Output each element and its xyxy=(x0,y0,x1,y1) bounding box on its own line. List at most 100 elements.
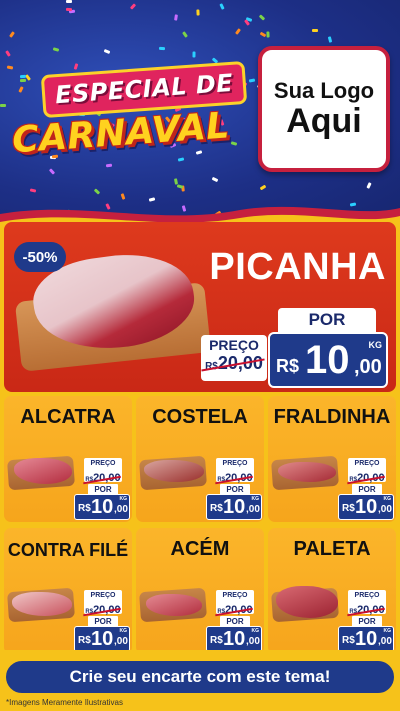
disclaimer-text: *Imagens Meramente Ilustrativas xyxy=(6,698,123,707)
confetti-piece xyxy=(234,28,242,35)
confetti-piece xyxy=(129,3,137,10)
product-card[interactable]: COSTELA PREÇOR$20,00POR R$10,00 KG xyxy=(136,396,264,522)
product-card[interactable]: ACÉM PREÇOR$20,00POR R$10,00 KG xyxy=(136,528,264,654)
old-price-box: PREÇOR$20,00 xyxy=(83,590,122,616)
old-price-box: PREÇOR$20,00 xyxy=(347,590,386,616)
old-price-label: PREÇO xyxy=(222,592,248,599)
old-price-label: PREÇO xyxy=(354,592,380,599)
price-unit: KG xyxy=(251,628,260,634)
new-price-decimal: ,00 xyxy=(114,504,128,515)
confetti-piece xyxy=(312,29,318,32)
price-unit: KG xyxy=(368,340,383,350)
old-price-value: R$20,00 xyxy=(201,353,265,374)
new-price-box: R$ 10,00 KG xyxy=(338,494,394,520)
new-price-box: R$ 10,00 KG xyxy=(206,626,262,652)
confetti-piece xyxy=(48,168,56,175)
confetti-piece xyxy=(266,31,270,38)
confetti-piece xyxy=(259,31,267,38)
confetti-piece xyxy=(158,46,166,51)
new-price-box: R$ 10,00 KG xyxy=(74,494,130,520)
confetti-piece xyxy=(196,9,200,16)
new-price-decimal: ,00 xyxy=(378,636,392,647)
confetti-piece xyxy=(327,36,333,43)
confetti-piece xyxy=(176,184,184,189)
confetti-piece xyxy=(65,7,73,12)
confetti-piece xyxy=(182,31,188,38)
new-price-box: R$ 10,00 KG xyxy=(338,626,394,652)
new-price-decimal: ,00 xyxy=(246,504,260,515)
old-price-label: PREÇO xyxy=(90,592,116,599)
old-price-box: PREÇO R$20,00 xyxy=(201,335,267,381)
confetti-piece xyxy=(105,163,113,168)
confetti-piece xyxy=(52,47,60,52)
new-price-currency: R$ xyxy=(342,503,355,514)
header-banner: ESPECIAL DE CARNAVAL Sua Logo Aqui xyxy=(0,0,400,222)
old-price-box: PREÇOR$20,00 xyxy=(215,458,254,484)
confetti-piece xyxy=(366,182,372,189)
new-price-integer: 10 xyxy=(91,496,114,518)
new-price-decimal: ,00 xyxy=(354,356,382,378)
product-card[interactable]: PALETA PREÇOR$20,00POR R$10,00 KG xyxy=(268,528,396,654)
product-name: CONTRA FILÉ xyxy=(7,540,129,560)
confetti-piece xyxy=(9,31,15,38)
product-card[interactable]: ALCATRA PREÇOR$20,00POR R$10,00 KG xyxy=(4,396,132,522)
confetti-piece xyxy=(259,184,267,191)
confetti-piece xyxy=(5,50,11,57)
old-price-label: PREÇO xyxy=(90,460,116,467)
confetti-piece xyxy=(219,3,225,10)
price-unit: KG xyxy=(383,628,392,634)
old-price-box: PREÇOR$20,00 xyxy=(83,458,122,484)
old-price-label: PREÇO xyxy=(354,460,380,467)
new-price-currency: R$ xyxy=(210,503,223,514)
confetti-piece xyxy=(177,157,185,162)
new-price-integer: 10 xyxy=(355,496,378,518)
por-label: POR xyxy=(88,616,118,626)
old-price-box: PREÇOR$20,00 xyxy=(215,590,254,616)
por-label: POR xyxy=(278,308,376,332)
flyer-page: ESPECIAL DE CARNAVAL Sua Logo Aqui -50% … xyxy=(0,0,400,711)
new-price-currency: R$ xyxy=(78,503,91,514)
confetti-piece xyxy=(29,188,37,193)
new-price-currency: R$ xyxy=(78,635,91,646)
price-unit: KG xyxy=(251,496,260,502)
featured-product-card[interactable]: -50% PICANHA PREÇO R$20,00 POR R$ 10 ,00… xyxy=(4,222,396,392)
price-unit: KG xyxy=(383,496,392,502)
price-unit: KG xyxy=(119,628,128,634)
carnival-title: ESPECIAL DE CARNAVAL xyxy=(8,60,258,161)
logo-text-line-2: Aqui xyxy=(286,101,362,140)
product-name: COSTELA xyxy=(152,406,248,428)
new-price-integer: 10 xyxy=(223,628,246,650)
new-price-integer: 10 xyxy=(305,338,350,382)
logo-text-line-1: Sua Logo xyxy=(273,77,375,103)
new-price-decimal: ,00 xyxy=(114,636,128,647)
por-label: POR xyxy=(352,484,382,494)
new-price-integer: 10 xyxy=(223,496,246,518)
featured-product-name: PICANHA xyxy=(209,246,386,288)
confetti-piece xyxy=(93,188,101,195)
confetti-piece xyxy=(258,14,266,21)
logo-placeholder[interactable]: Sua Logo Aqui xyxy=(258,46,390,172)
new-price-decimal: ,00 xyxy=(378,504,392,515)
new-price-decimal: ,00 xyxy=(246,636,260,647)
old-price-box: PREÇOR$20,00 xyxy=(347,458,386,484)
price-unit: KG xyxy=(119,496,128,502)
product-name: ACÉM xyxy=(170,538,230,560)
new-price-currency: R$ xyxy=(210,635,223,646)
product-name: FRALDINHA xyxy=(273,406,391,428)
new-price-box: R$ 10,00 KG xyxy=(206,494,262,520)
new-price-currency: R$ xyxy=(342,635,355,646)
product-card[interactable]: CONTRA FILÉ PREÇOR$20,00POR R$10,00 KG xyxy=(4,528,132,654)
confetti-piece xyxy=(103,48,111,55)
confetti-piece xyxy=(0,104,6,107)
old-price-label: PREÇO xyxy=(209,337,259,353)
create-flyer-button[interactable]: Crie seu encarte com este tema! xyxy=(4,659,396,695)
new-price-integer: 10 xyxy=(91,628,114,650)
confetti-piece xyxy=(192,51,196,58)
confetti-piece xyxy=(174,14,178,21)
confetti-piece xyxy=(211,176,219,183)
new-price-box: R$ 10,00 KG xyxy=(74,626,130,652)
por-label: POR xyxy=(220,616,250,626)
old-price-label: PREÇO xyxy=(222,460,248,467)
por-label: POR xyxy=(88,484,118,494)
product-card[interactable]: FRALDINHA PREÇOR$20,00POR R$10,00 KG xyxy=(268,396,396,522)
